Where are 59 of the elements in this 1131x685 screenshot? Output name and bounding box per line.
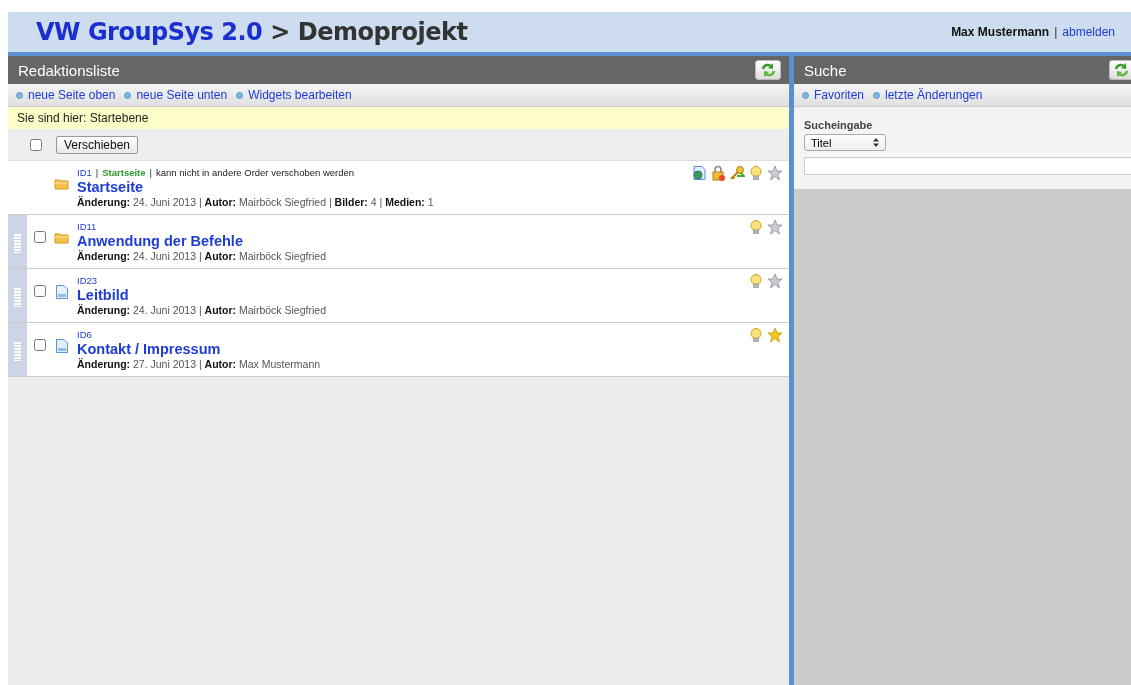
page-meta: Änderung: 24. Juni 2013 | Autor: Mairböck Siegfried bbox=[77, 304, 327, 317]
page-meta: Änderung: 27. Juni 2013 | Autor: Max Mustermann bbox=[77, 358, 322, 371]
select-all-checkbox[interactable] bbox=[30, 138, 42, 151]
user-name: Max Mustermann bbox=[951, 25, 1050, 39]
row-checkbox[interactable] bbox=[33, 231, 46, 243]
app-title[interactable]: VW GroupSys 2.0 bbox=[36, 18, 263, 46]
page-title-link[interactable]: Kontakt / Impressum bbox=[77, 340, 748, 358]
page-meta: Änderung: 24. Juni 2013 | Autor: Mairböck Siegfried | Bilder: 4 | Medien: 1 bbox=[77, 196, 435, 209]
lightbulb-icon[interactable] bbox=[748, 273, 764, 289]
page-title-link[interactable]: Anwendung der Befehle bbox=[77, 232, 748, 250]
panel-title: Suche bbox=[804, 61, 847, 79]
project-title: > Demoprojekt bbox=[270, 18, 468, 46]
panel-title: Redaktionsliste bbox=[18, 61, 120, 79]
start-page-label: Startseite bbox=[102, 167, 146, 178]
page-title-link[interactable]: Startseite bbox=[77, 178, 691, 196]
star-icon[interactable] bbox=[767, 219, 783, 235]
refresh-button[interactable] bbox=[755, 60, 781, 80]
lightbulb-icon[interactable] bbox=[748, 219, 764, 235]
lightbulb-icon[interactable] bbox=[748, 165, 764, 181]
drag-handle[interactable] bbox=[8, 215, 27, 268]
keys-icon[interactable] bbox=[729, 165, 745, 181]
page-title-link[interactable]: Leitbild bbox=[77, 286, 748, 304]
toolbar-link[interactable]: letzte Änderungen bbox=[873, 88, 983, 102]
row-checkbox[interactable] bbox=[33, 285, 46, 297]
page-note: kann nicht in andere Order verschoben werden bbox=[156, 167, 355, 178]
separator-text: | bbox=[1054, 25, 1058, 39]
toolbar-link[interactable]: Widgets bearbeiten bbox=[236, 88, 352, 102]
search-field[interactable] bbox=[804, 157, 1131, 175]
web-page-icon[interactable] bbox=[691, 165, 707, 181]
drag-handle[interactable] bbox=[8, 269, 27, 322]
page-meta: Änderung: 24. Juni 2013 | Autor: Mairböck Siegfried bbox=[77, 250, 327, 263]
move-button[interactable]: Verschieben bbox=[56, 135, 139, 154]
folder-icon bbox=[54, 176, 70, 192]
toolbar-link[interactable]: neue Seite oben bbox=[16, 88, 116, 102]
page-id: ID6 bbox=[77, 329, 92, 340]
refresh-icon bbox=[759, 61, 777, 79]
separator-text: | bbox=[95, 167, 99, 178]
star-icon[interactable] bbox=[767, 273, 783, 289]
document-icon bbox=[54, 338, 70, 354]
star-icon[interactable] bbox=[767, 165, 783, 181]
row-checkbox[interactable] bbox=[33, 339, 46, 351]
page-id: ID11 bbox=[77, 221, 97, 232]
document-icon bbox=[54, 284, 70, 300]
toolbar-link[interactable]: neue Seite unten bbox=[124, 88, 228, 102]
page-id: ID1 bbox=[77, 167, 92, 178]
lock-icon[interactable] bbox=[710, 165, 726, 181]
star-icon[interactable] bbox=[767, 327, 783, 343]
separator-text: | bbox=[149, 167, 153, 178]
search-label: Sucheingabe bbox=[804, 119, 873, 131]
refresh-button[interactable] bbox=[1109, 60, 1131, 80]
breadcrumb: Sie sind hier: Startebene bbox=[8, 107, 789, 129]
folder-icon bbox=[54, 230, 70, 246]
field-select[interactable]: Titel bbox=[804, 134, 886, 151]
toolbar-link[interactable]: Favoriten bbox=[802, 88, 865, 102]
select-arrows-icon bbox=[873, 138, 879, 147]
lightbulb-icon[interactable] bbox=[748, 327, 764, 343]
drag-handle[interactable] bbox=[8, 323, 27, 376]
page-id: ID23 bbox=[77, 275, 98, 286]
logout-link[interactable]: abmelden bbox=[1062, 25, 1115, 39]
